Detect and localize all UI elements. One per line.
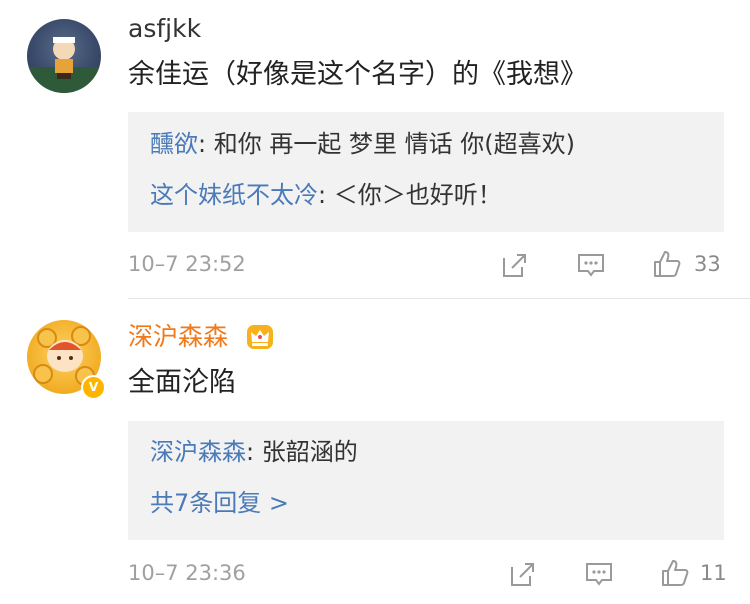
crown-badge-icon[interactable] — [246, 324, 274, 350]
more-replies-link[interactable]: 共7条回复 > — [150, 488, 289, 518]
username[interactable]: 深沪森森 — [128, 322, 228, 352]
reply-line: 这个妹纸不太冷: ＜你＞也好听！ — [150, 180, 502, 210]
reply-box[interactable]: 醺欲: 和你 再一起 梦里 情话 你(超喜欢) 这个妹纸不太冷: ＜你＞也好听！ — [128, 112, 724, 232]
comment-icon[interactable] — [584, 559, 614, 589]
like-count: 33 — [694, 252, 721, 276]
reply-author[interactable]: 这个妹纸不太冷 — [150, 181, 318, 209]
reply-box[interactable]: 深沪森森: 张韶涵的 共7条回复 > — [128, 421, 724, 540]
avatar[interactable] — [27, 19, 101, 93]
reply-line: 醺欲: 和你 再一起 梦里 情话 你(超喜欢) — [150, 129, 575, 159]
timestamp: 10–7 23:52 — [128, 252, 246, 276]
timestamp: 10–7 23:36 — [128, 561, 246, 585]
share-icon[interactable] — [508, 559, 538, 589]
verified-badge-icon: V — [81, 375, 106, 400]
reply-author[interactable]: 醺欲 — [150, 130, 198, 158]
reply-line: 深沪森森: 张韶涵的 — [150, 437, 358, 467]
comment-icon[interactable] — [576, 250, 606, 280]
reply-text: ＜你＞也好听！ — [333, 181, 502, 209]
like-icon[interactable] — [652, 249, 682, 279]
reply-separator: : — [318, 181, 334, 209]
like-count: 11 — [700, 561, 727, 585]
comment-text: 余佳运（好像是这个名字）的《我想》 — [128, 59, 587, 90]
reply-separator: : — [198, 130, 214, 158]
divider — [128, 298, 750, 299]
reply-author[interactable]: 深沪森森 — [150, 438, 246, 466]
avatar-image — [27, 37, 101, 93]
reply-text: 张韶涵的 — [261, 438, 358, 466]
username[interactable]: asfjkk — [128, 14, 201, 44]
share-icon[interactable] — [500, 250, 530, 280]
reply-text: 和你 再一起 梦里 情话 你(超喜欢) — [213, 130, 575, 158]
like-icon[interactable] — [660, 558, 690, 588]
reply-separator: : — [246, 438, 262, 466]
comment-text: 全面沦陷 — [128, 367, 236, 398]
